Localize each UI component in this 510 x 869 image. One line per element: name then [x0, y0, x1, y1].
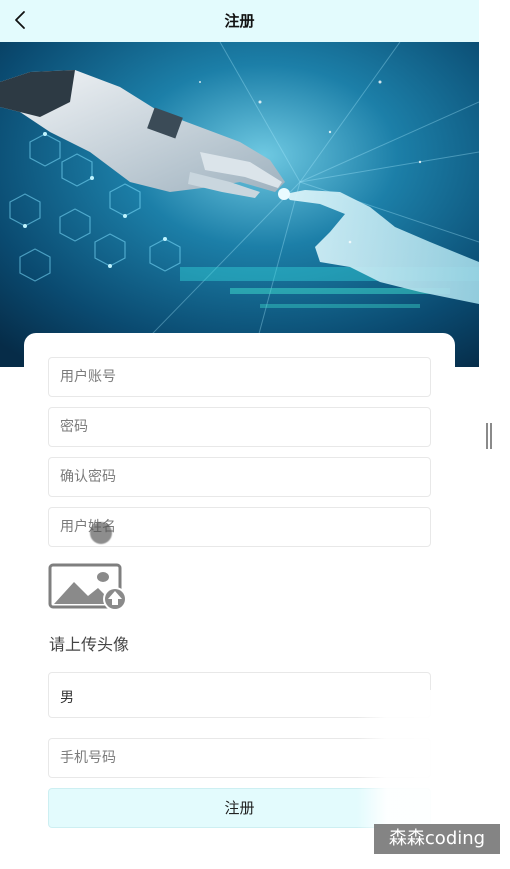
password-input[interactable] — [49, 408, 430, 446]
password-field[interactable] — [48, 407, 431, 447]
page-title: 注册 — [224, 12, 255, 30]
scroll-handle[interactable] — [486, 423, 493, 449]
account-field[interactable] — [48, 357, 431, 397]
confirm-password-input[interactable] — [49, 458, 430, 496]
header-bar: 注册 — [0, 0, 479, 42]
confirm-password-field[interactable] — [48, 457, 431, 497]
gender-value: 男 — [60, 690, 74, 706]
touch-indicator — [90, 522, 112, 544]
account-input[interactable] — [49, 358, 430, 396]
avatar-upload-label: 请上传头像 — [49, 635, 130, 654]
avatar-upload-button[interactable] — [48, 562, 130, 612]
watermark: 森森coding — [374, 824, 500, 854]
hero-banner — [0, 42, 479, 367]
screen-glare — [357, 690, 442, 830]
image-upload-icon — [48, 563, 127, 611]
robot-human-hands-illustration — [0, 42, 479, 367]
